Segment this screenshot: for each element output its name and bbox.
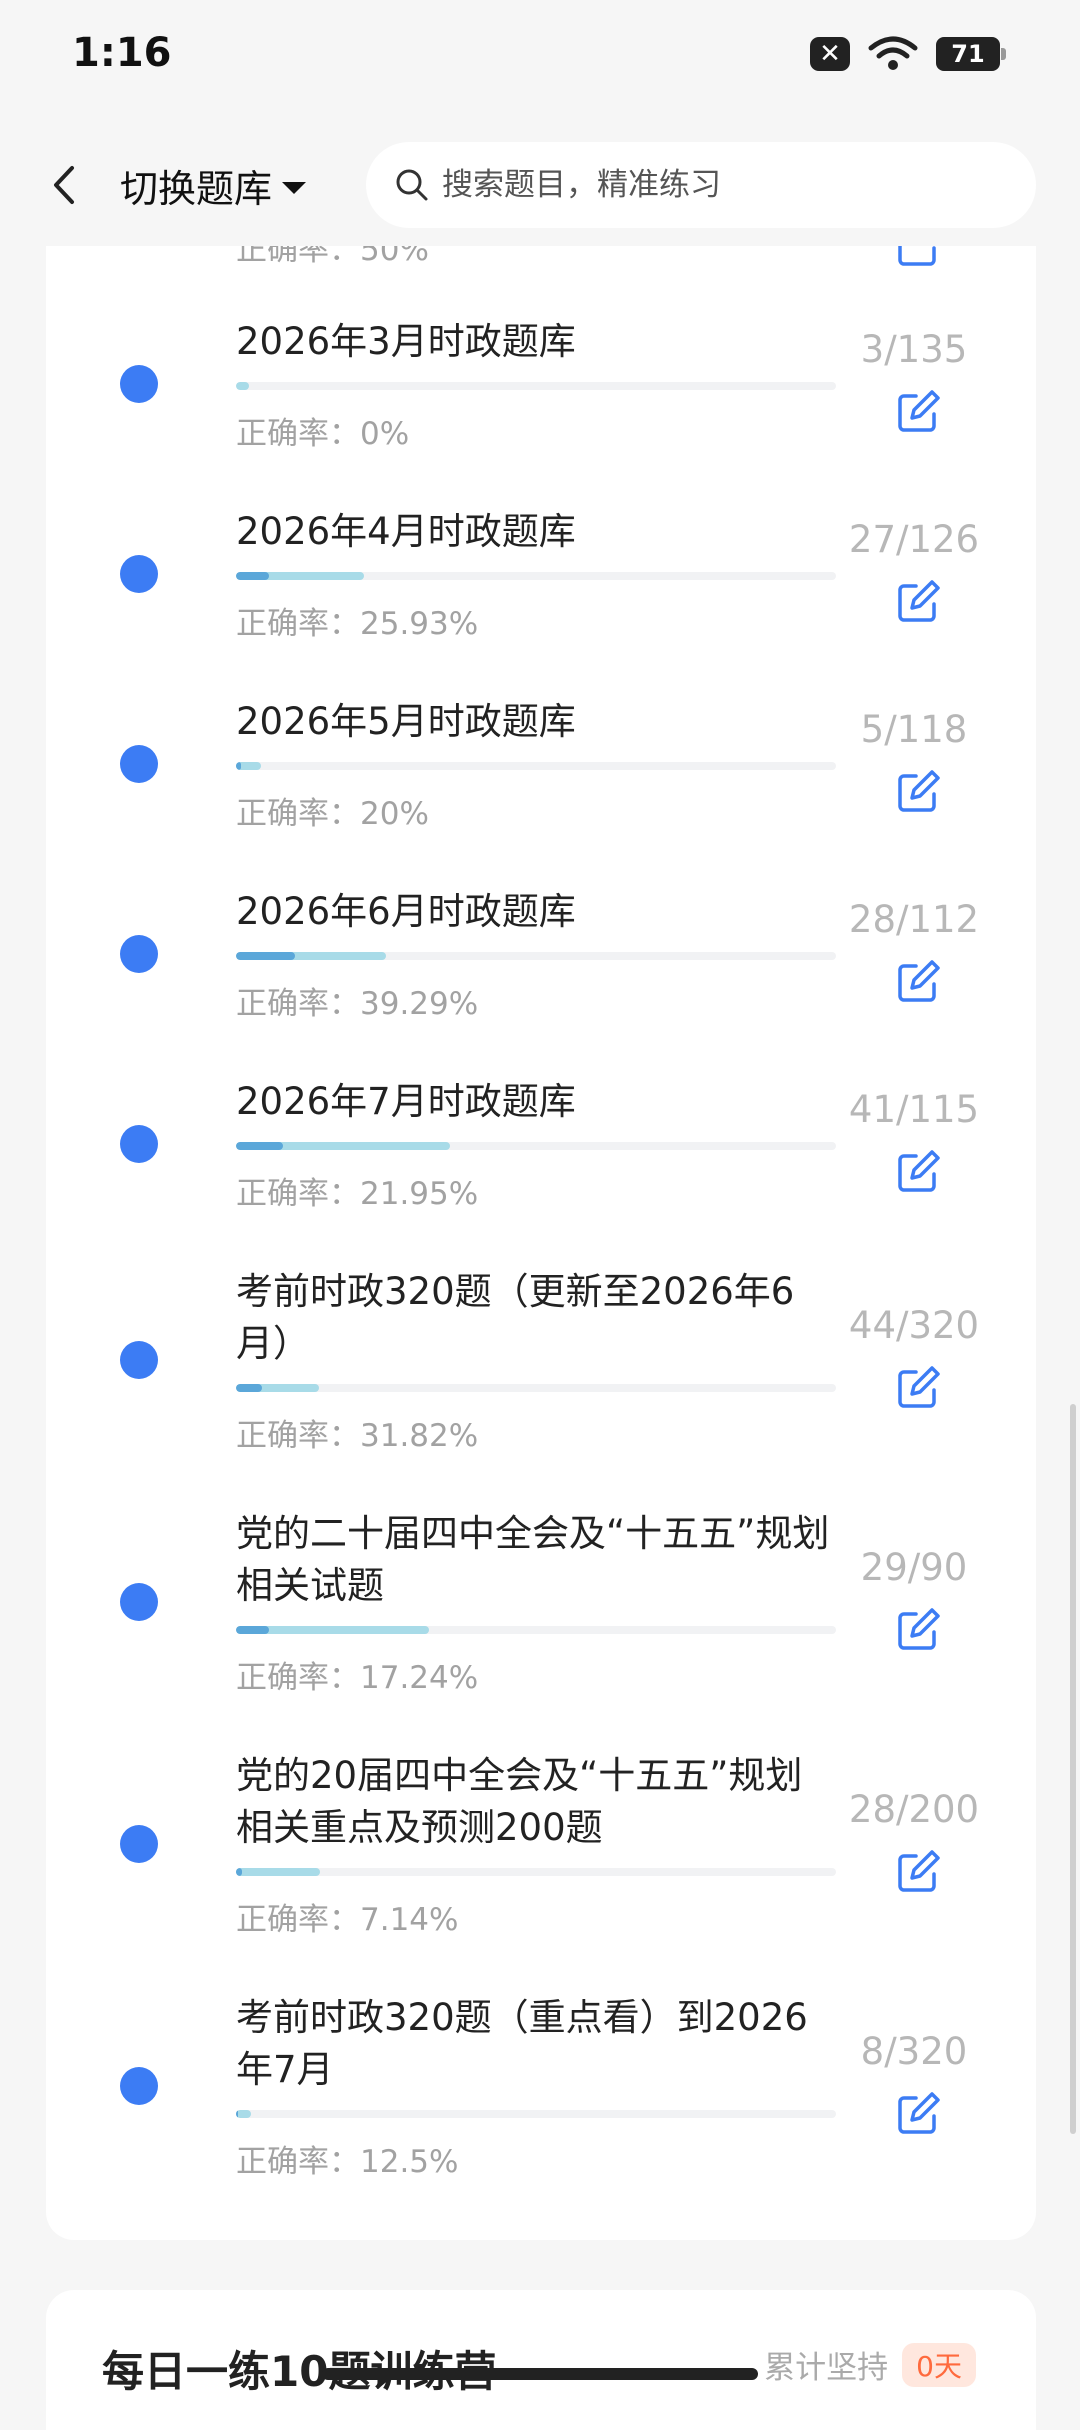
daily-practice-card[interactable]: 每日一练10题训练营 累计坚持 0天 xyxy=(46,2290,1036,2430)
search-input[interactable] xyxy=(440,166,1004,204)
progress-count: 41/115 xyxy=(848,1088,980,1131)
status-dot xyxy=(120,2067,158,2105)
list-item[interactable]: 党的二十届四中全会及“十五五”规划相关试题正确率：17.24% 29/90 xyxy=(46,1508,1036,1696)
progress-correct-fill xyxy=(236,762,242,770)
accuracy-text: 正确率：17.24% xyxy=(236,1660,479,1696)
edit-icon[interactable] xyxy=(894,246,942,270)
status-dot xyxy=(120,1341,158,1379)
progress-bar xyxy=(236,952,836,960)
daily-practice-streak: 累计坚持 0天 xyxy=(764,2342,976,2387)
progress-count: 5/118 xyxy=(860,708,968,751)
item-title: 2026年6月时政题库 xyxy=(236,890,576,933)
accuracy-text: 正确率：39.29% xyxy=(236,986,479,1022)
edit-icon[interactable] xyxy=(894,578,942,626)
partial-item-accuracy: 正确率：50% xyxy=(236,246,429,268)
item-title: 2026年5月时政题库 xyxy=(236,700,576,743)
item-title: 考前时政320题（更新至2026年6月） xyxy=(236,1270,795,1365)
back-arrow-icon[interactable] xyxy=(40,160,90,210)
progress-correct-fill xyxy=(236,952,295,960)
accuracy-text: 正确率：12.5% xyxy=(236,2144,459,2180)
progress-count: 8/320 xyxy=(860,2030,968,2073)
edit-icon[interactable] xyxy=(894,1148,942,1196)
status-bar: 1:16 ✕ 71 xyxy=(0,0,1080,120)
status-time: 1:16 xyxy=(72,30,172,76)
status-dot xyxy=(120,935,158,973)
top-bar: 切换题库 xyxy=(0,120,1080,250)
progress-fill xyxy=(236,2110,251,2118)
status-dot xyxy=(120,1125,158,1163)
edit-icon[interactable] xyxy=(894,2090,942,2138)
caret-down-icon xyxy=(282,181,307,194)
progress-bar xyxy=(236,1626,836,1634)
switch-bank-dropdown[interactable]: 切换题库 xyxy=(120,158,307,213)
accuracy-text: 正确率：25.93% xyxy=(236,606,479,642)
progress-bar xyxy=(236,1868,836,1876)
no-sim-icon: ✕ xyxy=(810,37,850,71)
status-dot xyxy=(120,745,158,783)
list-item[interactable]: 考前时政320题（重点看）到2026年7月正确率：12.5% 8/320 xyxy=(46,1992,1036,2180)
streak-badge: 0天 xyxy=(902,2342,976,2387)
accuracy-text: 正确率：0% xyxy=(236,416,410,452)
progress-count: 28/112 xyxy=(848,898,980,941)
progress-bar xyxy=(236,2110,836,2118)
edit-icon[interactable] xyxy=(894,768,942,816)
list-item[interactable]: 2026年6月时政题库正确率：39.29% 28/112 xyxy=(46,886,1036,1022)
list-item[interactable]: 2026年7月时政题库正确率：21.95% 41/115 xyxy=(46,1076,1036,1212)
progress-bar xyxy=(236,1142,836,1150)
list-item[interactable]: 2026年5月时政题库正确率：20% 5/118 xyxy=(46,696,1036,832)
edit-icon[interactable] xyxy=(894,1848,942,1896)
progress-correct-fill xyxy=(236,1384,263,1392)
item-title: 考前时政320题（重点看）到2026年7月 xyxy=(236,1996,808,2091)
edit-icon[interactable] xyxy=(894,388,942,436)
status-dot xyxy=(120,1583,158,1621)
status-icons: ✕ 71 xyxy=(810,36,1006,72)
progress-count: 29/90 xyxy=(860,1546,968,1589)
item-title: 2026年7月时政题库 xyxy=(236,1080,576,1123)
item-title: 党的二十届四中全会及“十五五”规划相关试题 xyxy=(236,1512,830,1607)
edit-icon[interactable] xyxy=(894,1364,942,1412)
scrollbar[interactable] xyxy=(1070,1404,1076,2134)
progress-bar xyxy=(236,382,836,390)
edit-icon[interactable] xyxy=(894,958,942,1006)
progress-correct-fill xyxy=(236,1868,242,1876)
progress-bar xyxy=(236,572,836,580)
progress-bar xyxy=(236,1384,836,1392)
item-title: 党的20届四中全会及“十五五”规划相关重点及预测200题 xyxy=(236,1754,803,1849)
home-indicator[interactable] xyxy=(322,2368,758,2380)
progress-correct-fill xyxy=(236,1142,284,1150)
list-item[interactable]: 考前时政320题（更新至2026年6月） 正确率：31.82% 44/320 xyxy=(46,1266,1036,1454)
question-bank-list: 正确率：50% 2026年3月时政题库正确率：0% 3/135 2026年4月时政题… xyxy=(46,246,1036,2240)
wifi-icon xyxy=(868,36,918,72)
search-icon xyxy=(396,169,428,201)
progress-count: 3/135 xyxy=(860,328,968,371)
accuracy-text: 正确率：31.82% xyxy=(236,1418,479,1454)
list-item[interactable]: 2026年3月时政题库正确率：0% 3/135 xyxy=(46,316,1036,452)
status-dot xyxy=(120,1825,158,1863)
battery-icon: 71 xyxy=(936,37,1006,71)
item-title: 2026年4月时政题库 xyxy=(236,510,576,553)
list-item[interactable]: 党的20届四中全会及“十五五”规划相关重点及预测200题正确率：7.14% 28/… xyxy=(46,1750,1036,1938)
progress-count: 28/200 xyxy=(848,1788,980,1831)
progress-bar xyxy=(236,762,836,770)
search-box[interactable] xyxy=(366,142,1036,228)
list-item[interactable]: 2026年4月时政题库正确率：25.93% 27/126 xyxy=(46,506,1036,642)
progress-fill xyxy=(236,1868,320,1876)
progress-correct-fill xyxy=(236,2110,238,2118)
accuracy-text: 正确率：21.95% xyxy=(236,1176,479,1212)
status-dot xyxy=(120,555,158,593)
progress-correct-fill xyxy=(236,572,270,580)
edit-icon[interactable] xyxy=(894,1606,942,1654)
progress-correct-fill xyxy=(236,1626,270,1634)
switch-bank-label: 切换题库 xyxy=(120,167,273,211)
item-title: 2026年3月时政题库 xyxy=(236,320,576,363)
accuracy-text: 正确率：20% xyxy=(236,796,429,832)
progress-fill xyxy=(236,382,250,390)
accuracy-text: 正确率：7.14% xyxy=(236,1902,459,1938)
status-dot xyxy=(120,365,158,403)
progress-count: 44/320 xyxy=(848,1304,980,1347)
progress-count: 27/126 xyxy=(848,518,980,561)
